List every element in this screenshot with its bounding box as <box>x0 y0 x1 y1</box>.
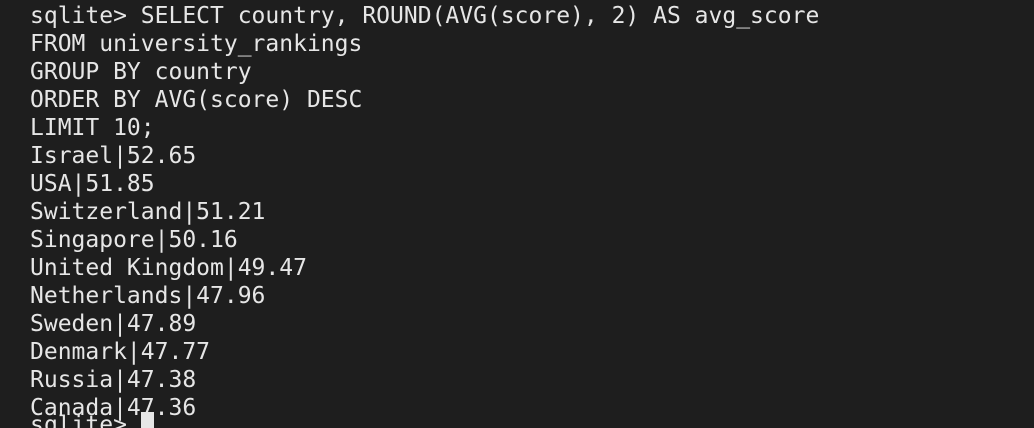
sql-query-line: LIMIT 10; <box>30 115 155 141</box>
result-row: Singapore|50.16 <box>30 227 238 253</box>
terminal-window[interactable]: sqlite> SELECT country, ROUND(AVG(score)… <box>0 0 1034 428</box>
text-cursor <box>140 412 154 428</box>
result-row: Denmark|47.77 <box>30 339 211 365</box>
result-row: USA|51.85 <box>30 171 155 197</box>
result-row: Russia|47.38 <box>30 367 197 393</box>
next-prompt: sqlite> <box>30 412 141 428</box>
sql-query-line: FROM university_rankings <box>30 31 363 57</box>
terminal-output: sqlite> SELECT country, ROUND(AVG(score)… <box>30 2 819 422</box>
result-row: Netherlands|47.96 <box>30 283 266 309</box>
result-row: United Kingdom|49.47 <box>30 255 307 281</box>
result-row: Sweden|47.89 <box>30 311 197 337</box>
sql-query-line: ORDER BY AVG(score) DESC <box>30 87 363 113</box>
sql-query-line: GROUP BY country <box>30 59 252 85</box>
sql-query-line: sqlite> SELECT country, ROUND(AVG(score)… <box>30 3 820 29</box>
result-row: Switzerland|51.21 <box>30 199 266 225</box>
command-input-line[interactable]: sqlite> <box>30 411 154 428</box>
result-row: Israel|52.65 <box>30 143 197 169</box>
